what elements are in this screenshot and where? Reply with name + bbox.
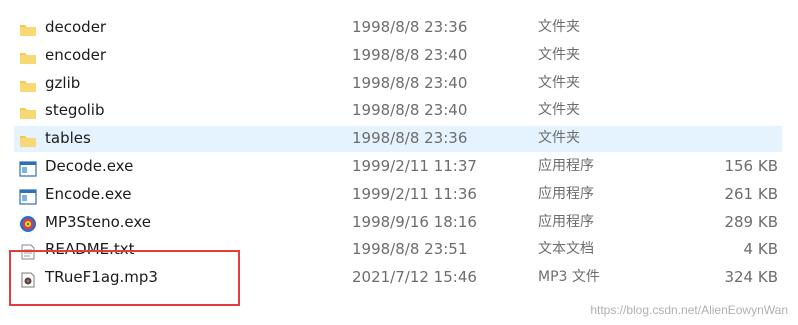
file-row-encoder[interactable]: encoder 1998/8/8 23:40 文件夹 <box>0 42 798 70</box>
file-date: 1998/8/8 23:40 <box>352 101 468 120</box>
file-date: 1998/8/8 23:36 <box>352 18 468 36</box>
file-date: 2021/7/12 15:46 <box>352 268 477 287</box>
file-name: gzlib <box>45 73 81 92</box>
file-row-decode-exe[interactable]: Decode.exe 1999/2/11 11:37 应用程序 156 KB <box>0 153 798 181</box>
application-icon <box>19 187 37 205</box>
file-row-tables[interactable]: tables 1998/8/8 23:36 文件夹 <box>0 125 798 153</box>
file-type: 应用程序 <box>538 213 594 230</box>
file-row-encode-exe[interactable]: Encode.exe 1999/2/11 11:36 应用程序 261 KB <box>0 181 798 209</box>
file-row-mp3steno-exe[interactable]: MP3Steno.exe 1998/9/16 18:16 应用程序 289 KB <box>0 209 798 237</box>
file-date: 1998/8/8 23:51 <box>352 240 468 259</box>
file-explorer-list: decoder 1998/8/8 23:36 文件夹 encoder 1998/… <box>0 0 798 325</box>
file-size: 289 KB <box>724 212 778 231</box>
file-date: 1998/8/8 23:40 <box>352 73 468 92</box>
file-row-gzlib[interactable]: gzlib 1998/8/8 23:40 文件夹 <box>0 70 798 98</box>
folder-icon <box>19 48 37 64</box>
file-type: 应用程序 <box>538 185 594 202</box>
file-name: decoder <box>45 18 107 36</box>
file-type: MP3 文件 <box>538 269 600 286</box>
file-type: 文件夹 <box>538 19 580 35</box>
file-date: 1998/8/8 23:36 <box>352 129 468 148</box>
folder-icon <box>19 131 37 148</box>
file-name: MP3Steno.exe <box>45 212 151 231</box>
mp3steno-app-icon <box>19 215 37 232</box>
folder-icon <box>19 103 37 120</box>
folder-icon <box>19 76 37 92</box>
file-type: 文件夹 <box>538 74 580 91</box>
file-name: tables <box>45 129 91 148</box>
file-size: 156 KB <box>724 156 778 175</box>
file-date: 1999/2/11 11:37 <box>352 156 477 175</box>
folder-icon <box>19 20 37 36</box>
application-icon <box>19 159 37 177</box>
file-row-decoder[interactable]: decoder 1998/8/8 23:36 文件夹 <box>0 14 798 42</box>
file-name: Decode.exe <box>45 156 134 175</box>
file-size: 4 KB <box>743 240 778 259</box>
file-type: 文件夹 <box>538 102 580 119</box>
file-date: 1998/8/8 23:40 <box>352 45 468 64</box>
file-row-stegolib[interactable]: stegolib 1998/8/8 23:40 文件夹 <box>0 97 798 125</box>
file-date: 1998/9/16 18:16 <box>352 212 477 231</box>
file-name: Encode.exe <box>45 184 132 203</box>
file-name: encoder <box>45 45 107 64</box>
file-type: 文本文档 <box>538 241 594 258</box>
file-date: 1999/2/11 11:36 <box>352 184 477 203</box>
watermark: https://blog.csdn.net/AlienEowynWan <box>590 303 788 317</box>
file-name: stegolib <box>45 101 105 120</box>
file-size: 324 KB <box>724 268 778 287</box>
file-type: 应用程序 <box>538 157 594 174</box>
red-highlight-box <box>9 250 240 306</box>
file-size: 261 KB <box>724 184 778 203</box>
file-type: 文件夹 <box>538 46 580 63</box>
file-type: 文件夹 <box>538 130 580 147</box>
